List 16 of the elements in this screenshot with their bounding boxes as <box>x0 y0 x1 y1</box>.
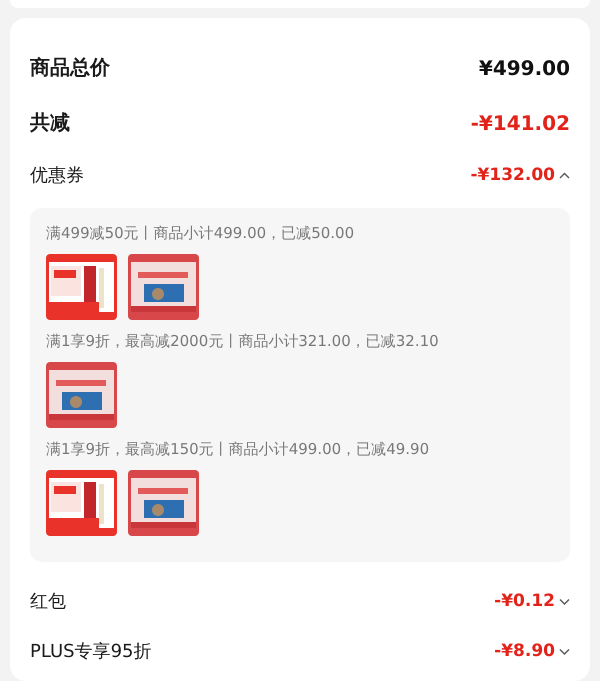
coupon-rule: 满499减50元丨商品小计499.00，已减50.00 <box>46 224 356 243</box>
discount-amount: -¥8.90 <box>494 641 555 661</box>
coupon-rule: 满1享9折，最高减2000元丨商品小计321.00，已减32.10 <box>46 332 440 351</box>
summary-label: 商品总价 <box>30 54 110 81</box>
discount-label: 红包 <box>30 590 66 613</box>
discount-amount: -¥132.00 <box>470 165 555 185</box>
discount-label: PLUS专享95折 <box>30 640 152 663</box>
discount-amount: -¥141.02 <box>470 110 570 134</box>
discount-amount: -¥0.12 <box>494 591 555 611</box>
chevron-up-icon[interactable] <box>559 172 570 178</box>
coupon-rule: 满1享9折，最高减150元丨商品小计499.00，已减49.90 <box>46 440 430 459</box>
summary-label: 共减 <box>30 109 70 136</box>
total-amount: ¥499.00 <box>478 56 570 80</box>
discount-label: 优惠券 <box>30 164 84 187</box>
chevron-down-icon[interactable] <box>559 598 570 604</box>
chevron-down-icon[interactable] <box>559 648 570 654</box>
